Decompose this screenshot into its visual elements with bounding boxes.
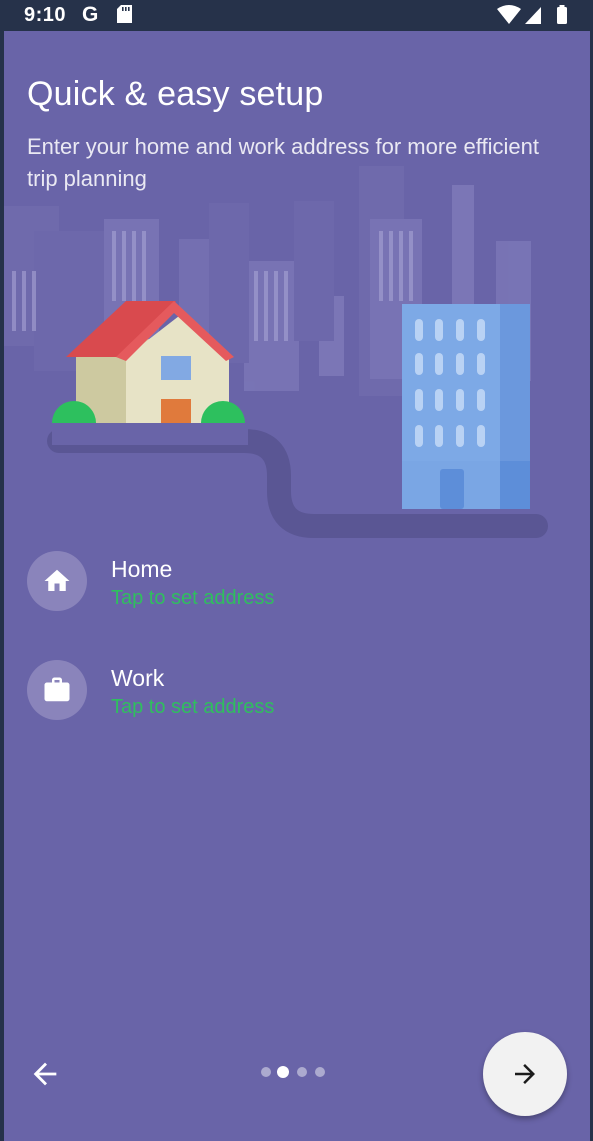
home-hint: Tap to set address bbox=[111, 587, 275, 609]
page-title: Quick & easy setup bbox=[27, 75, 324, 113]
page-dot-2-active bbox=[277, 1066, 289, 1078]
status-time: 9:10 bbox=[24, 4, 67, 26]
sd-card-icon bbox=[117, 5, 132, 23]
office-building-illustration bbox=[402, 304, 530, 509]
signal-icon bbox=[525, 7, 541, 24]
next-button[interactable] bbox=[483, 1032, 567, 1116]
city-illustration bbox=[4, 166, 548, 538]
battery-icon bbox=[557, 7, 567, 24]
work-label: Work bbox=[111, 665, 165, 691]
work-address-row[interactable]: Work Tap to set address bbox=[27, 660, 567, 722]
page-dot-1 bbox=[261, 1067, 271, 1077]
back-arrow-icon[interactable] bbox=[28, 1057, 62, 1091]
status-icons bbox=[497, 5, 567, 24]
onboarding-screen: Quick & easy setup Enter your home and w… bbox=[4, 31, 590, 1141]
page-dot-3 bbox=[297, 1067, 307, 1077]
google-icon: G bbox=[82, 3, 99, 26]
wifi-icon bbox=[497, 5, 521, 24]
home-label: Home bbox=[111, 556, 173, 582]
home-icon-circle bbox=[27, 551, 87, 611]
status-bar: 9:10 G bbox=[0, 0, 593, 31]
briefcase-icon bbox=[44, 677, 70, 702]
home-address-row[interactable]: Home Tap to set address bbox=[27, 551, 567, 613]
work-icon-circle bbox=[27, 660, 87, 720]
forward-arrow-icon bbox=[515, 1064, 535, 1084]
work-hint: Tap to set address bbox=[111, 696, 275, 718]
page-dot-4 bbox=[315, 1067, 325, 1077]
home-icon bbox=[44, 569, 70, 591]
